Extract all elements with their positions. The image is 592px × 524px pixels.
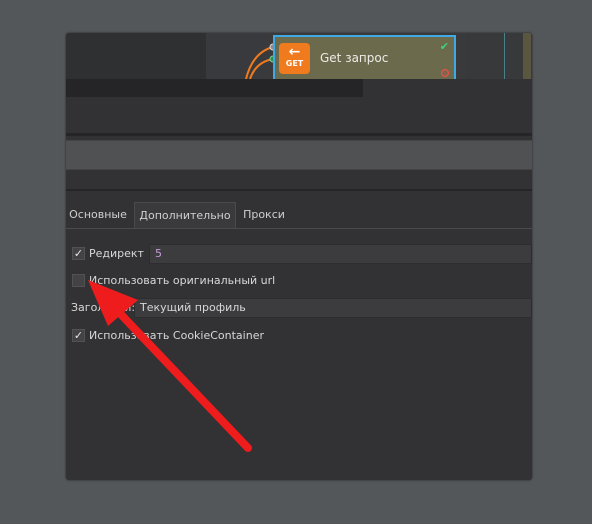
divider xyxy=(66,189,532,191)
cookie-container-row: ✓ Использовать CookieContainer xyxy=(66,328,532,346)
get-icon-label: GET xyxy=(285,59,304,68)
settings-tabs: Основные Дополнительно Прокси xyxy=(66,202,532,229)
headers-select[interactable]: Текущий профиль xyxy=(134,298,532,318)
tab-proxy[interactable]: Прокси xyxy=(236,202,292,228)
original-url-checkbox[interactable] xyxy=(72,274,85,287)
error-port-icon[interactable] xyxy=(441,69,449,77)
settings-panel: ← GET Get запрос ✔ Основные Дополнительн… xyxy=(66,33,532,480)
redirect-checkbox[interactable]: ✓ xyxy=(72,247,85,260)
divider xyxy=(66,133,532,136)
workflow-canvas[interactable]: ← GET Get запрос ✔ xyxy=(66,33,532,79)
get-request-node[interactable]: ← GET Get запрос ✔ xyxy=(273,35,456,79)
redirect-label: Редирект xyxy=(89,247,144,260)
redirect-row: ✓ Редирект 5 xyxy=(66,244,532,264)
original-url-label: Использовать оригинальный url xyxy=(89,274,276,287)
canvas-dark-area xyxy=(66,33,206,79)
tab-advanced[interactable]: Дополнительно xyxy=(134,202,236,228)
redirect-count-input[interactable]: 5 xyxy=(149,244,532,264)
headers-label: Заголовки: xyxy=(71,301,136,314)
headers-row: Заголовки: Текущий профиль xyxy=(66,298,532,318)
canvas-right-area xyxy=(466,33,532,79)
canvas-wire-line xyxy=(504,33,505,79)
arrow-left-icon: ← xyxy=(288,44,301,60)
connection-wires xyxy=(245,43,276,79)
check-icon: ✔ xyxy=(439,40,449,53)
properties-header-strip xyxy=(66,140,532,170)
original-url-row: Использовать оригинальный url xyxy=(66,273,532,291)
tab-basic[interactable]: Основные xyxy=(66,202,130,228)
cookie-container-checkbox[interactable]: ✓ xyxy=(72,329,85,342)
cookie-container-label: Использовать CookieContainer xyxy=(89,329,264,342)
node-title: Get запрос xyxy=(320,51,389,65)
get-icon: ← GET xyxy=(279,43,310,74)
toolbar-strip xyxy=(66,79,363,97)
canvas-node-edge xyxy=(523,33,531,79)
